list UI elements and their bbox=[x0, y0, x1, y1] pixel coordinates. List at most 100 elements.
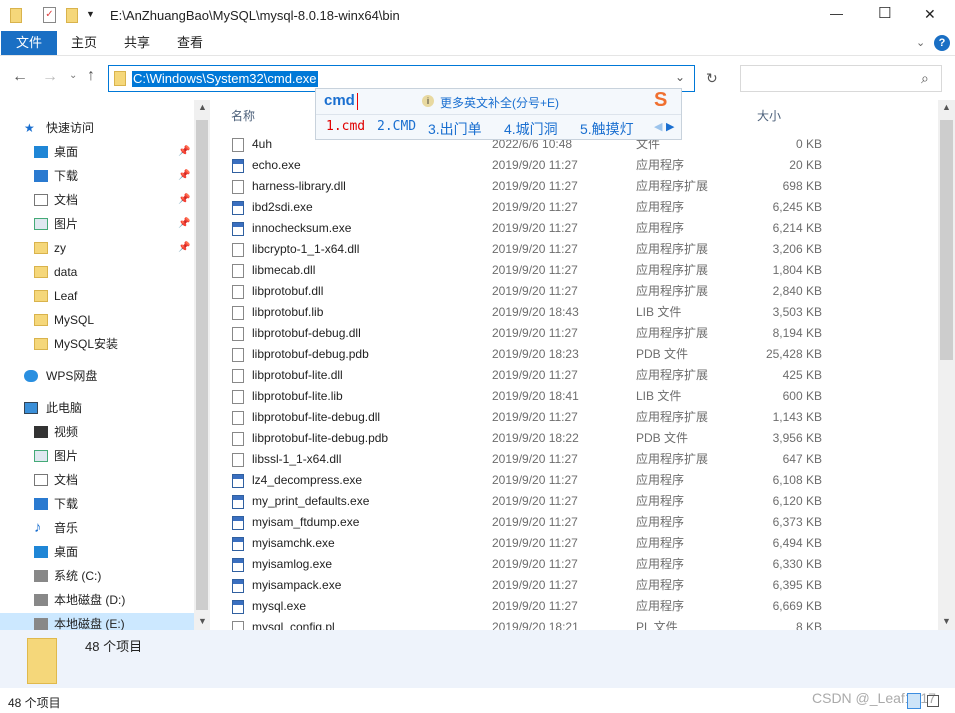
tab-view[interactable]: 查看 bbox=[163, 31, 217, 55]
help-button[interactable]: ? bbox=[934, 35, 950, 51]
search-input[interactable] bbox=[745, 66, 915, 90]
scroll-thumb[interactable] bbox=[940, 120, 953, 360]
file-row[interactable]: myisampack.exe 2019/9/20 11:27 应用程序 6,395 K… bbox=[212, 575, 938, 596]
scroll-down-icon[interactable]: ▼ bbox=[198, 616, 207, 626]
file-row[interactable]: libprotobuf-debug.dll 2019/9/20 11:27 应用程序… bbox=[212, 323, 938, 344]
file-row[interactable]: libmecab.dll 2019/9/20 11:27 应用程序扩展 1,804 K… bbox=[212, 260, 938, 281]
maximize-button[interactable]: ☐ bbox=[878, 4, 891, 22]
pin-icon[interactable]: 📌 bbox=[178, 189, 190, 211]
file-type: LIB 文件 bbox=[636, 305, 682, 319]
properties-icon[interactable]: ✓ bbox=[43, 7, 56, 23]
address-input[interactable]: C:\Windows\System32\cmd.exe bbox=[132, 71, 318, 87]
sidebar-item[interactable]: 图片 bbox=[0, 445, 195, 467]
back-button[interactable]: ← bbox=[12, 68, 28, 86]
pin-icon[interactable]: 📌 bbox=[178, 141, 190, 163]
sidebar-item[interactable]: 下载 bbox=[0, 493, 195, 515]
sidebar-scrollbar[interactable]: ▲ ▼ bbox=[194, 100, 210, 630]
sidebar-item[interactable]: 文档 bbox=[0, 469, 195, 491]
tab-file[interactable]: 文件 bbox=[1, 31, 57, 55]
search-icon[interactable]: ⌕ bbox=[921, 70, 929, 87]
file-row[interactable]: libprotobuf-lite-debug.dll 2019/9/20 11:2… bbox=[212, 407, 938, 428]
ime-prev-icon[interactable]: ◀ bbox=[654, 120, 662, 133]
folder-icon bbox=[34, 290, 48, 302]
up-button[interactable]: ↑ bbox=[87, 67, 95, 85]
file-row[interactable]: ibd2sdi.exe 2019/9/20 11:27 应用程序 6,245 KB bbox=[212, 197, 938, 218]
forward-button[interactable]: → bbox=[42, 68, 58, 86]
details-view-button[interactable] bbox=[907, 693, 921, 709]
file-row[interactable]: libprotobuf-lite-debug.pdb 2019/9/20 18:2… bbox=[212, 428, 938, 449]
dll-file-icon bbox=[232, 369, 244, 383]
picture-icon bbox=[34, 218, 48, 230]
sidebar-item[interactable]: 图片 📌 bbox=[0, 213, 195, 235]
sidebar-item[interactable]: 本地磁盘 (D:) bbox=[0, 589, 195, 611]
sidebar-item[interactable]: 系统 (C:) bbox=[0, 565, 195, 587]
column-header-name[interactable]: 名称 bbox=[231, 107, 255, 124]
file-row[interactable]: harness-library.dll 2019/9/20 11:27 应用程序扩展… bbox=[212, 176, 938, 197]
ime-next-icon[interactable]: ▶ bbox=[666, 120, 674, 133]
address-dropdown-icon[interactable]: ⌄ bbox=[675, 70, 685, 84]
pin-icon[interactable]: 📌 bbox=[178, 237, 190, 259]
recent-locations-icon[interactable]: ⌄ bbox=[69, 70, 77, 81]
file-row[interactable]: libssl-1_1-x64.dll 2019/9/20 11:27 应用程序扩展 6… bbox=[212, 449, 938, 470]
file-row[interactable]: my_print_defaults.exe 2019/9/20 11:27 应用程序… bbox=[212, 491, 938, 512]
scroll-thumb[interactable] bbox=[196, 120, 208, 610]
ime-candidate-1[interactable]: 1.cmd bbox=[326, 119, 365, 134]
file-row[interactable]: myisamchk.exe 2019/9/20 11:27 应用程序 6,494 KB bbox=[212, 533, 938, 554]
pin-icon[interactable]: 📌 bbox=[178, 213, 190, 235]
pin-icon[interactable]: 📌 bbox=[178, 165, 190, 187]
file-row[interactable]: libprotobuf-lite.lib 2019/9/20 18:41 LIB 文… bbox=[212, 386, 938, 407]
sogou-logo-icon: S bbox=[654, 89, 668, 111]
column-header-size[interactable]: 大小 bbox=[757, 107, 781, 124]
file-row[interactable]: libprotobuf.lib 2019/9/20 18:43 LIB 文件 3,50… bbox=[212, 302, 938, 323]
file-date: 2019/9/20 11:27 bbox=[492, 578, 578, 592]
sidebar-item[interactable]: WPS网盘 bbox=[0, 365, 195, 387]
tab-share[interactable]: 共享 bbox=[110, 31, 164, 55]
large-icons-view-button[interactable] bbox=[927, 695, 939, 707]
file-row[interactable]: libprotobuf-lite.dll 2019/9/20 11:27 应用程序扩… bbox=[212, 365, 938, 386]
file-name: myisampack.exe bbox=[252, 578, 342, 592]
file-row[interactable]: libprotobuf.dll 2019/9/20 11:27 应用程序扩展 2,84… bbox=[212, 281, 938, 302]
sidebar-item[interactable]: 文档 📌 bbox=[0, 189, 195, 211]
sidebar-item[interactable]: 桌面 📌 bbox=[0, 141, 195, 163]
sidebar-item[interactable]: Leaf bbox=[0, 285, 195, 307]
new-folder-icon[interactable] bbox=[66, 8, 78, 23]
sidebar-item[interactable]: ♪ 音乐 bbox=[0, 517, 195, 539]
file-row[interactable]: lz4_decompress.exe 2019/9/20 11:27 应用程序 6,1… bbox=[212, 470, 938, 491]
sidebar-item[interactable]: ★ 快速访问 bbox=[0, 117, 195, 139]
sidebar-item[interactable]: 本地磁盘 (E:) bbox=[0, 613, 195, 630]
file-row[interactable]: myisamlog.exe 2019/9/20 11:27 应用程序 6,330 KB bbox=[212, 554, 938, 575]
file-row[interactable]: libprotobuf-debug.pdb 2019/9/20 18:23 PDB … bbox=[212, 344, 938, 365]
expand-ribbon-icon[interactable]: ⌄ bbox=[916, 36, 925, 49]
file-row[interactable]: myisam_ftdump.exe 2019/9/20 11:27 应用程序 6,37… bbox=[212, 512, 938, 533]
ime-candidate-4[interactable]: 4.城门洞 bbox=[504, 119, 558, 139]
file-list-scrollbar[interactable]: ▲ ▼ bbox=[938, 100, 955, 630]
scroll-up-icon[interactable]: ▲ bbox=[198, 102, 207, 112]
tab-home[interactable]: 主页 bbox=[57, 31, 111, 55]
document-icon bbox=[34, 474, 48, 486]
sidebar-item[interactable]: MySQL bbox=[0, 309, 195, 331]
sidebar-item[interactable]: 此电脑 bbox=[0, 397, 195, 419]
ime-candidate-3[interactable]: 3.出门单 bbox=[428, 119, 482, 139]
file-row[interactable]: mysql_config.pl 2019/9/20 18:21 PL 文件 8 KB bbox=[212, 617, 938, 630]
ime-hint[interactable]: 更多英文补全(分号+E) bbox=[440, 94, 559, 111]
ime-candidate-2[interactable]: 2.CMD bbox=[377, 119, 416, 134]
scroll-up-icon[interactable]: ▲ bbox=[942, 102, 951, 112]
scroll-down-icon[interactable]: ▼ bbox=[942, 616, 951, 626]
sidebar-item[interactable]: data bbox=[0, 261, 195, 283]
sidebar-item[interactable]: 视频 bbox=[0, 421, 195, 443]
sidebar-item[interactable]: zy 📌 bbox=[0, 237, 195, 259]
sidebar-item[interactable]: 桌面 bbox=[0, 541, 195, 563]
file-row[interactable]: libcrypto-1_1-x64.dll 2019/9/20 11:27 应用程序… bbox=[212, 239, 938, 260]
sidebar-item[interactable]: MySQL安装 bbox=[0, 333, 195, 355]
file-row[interactable]: innochecksum.exe 2019/9/20 11:27 应用程序 6,214… bbox=[212, 218, 938, 239]
file-name: 4uh bbox=[252, 137, 273, 151]
file-row[interactable]: mysql.exe 2019/9/20 11:27 应用程序 6,669 KB bbox=[212, 596, 938, 617]
search-box[interactable]: ⌕ bbox=[740, 65, 942, 92]
quick-access-dropdown-icon[interactable]: ▼ bbox=[86, 9, 95, 19]
file-row[interactable]: echo.exe 2019/9/20 11:27 应用程序 20 KB bbox=[212, 155, 938, 176]
ime-candidate-5[interactable]: 5.触摸灯 bbox=[580, 119, 634, 139]
refresh-button[interactable]: ↻ bbox=[706, 70, 718, 87]
minimize-button[interactable]: — bbox=[830, 6, 843, 21]
close-button[interactable]: ✕ bbox=[924, 6, 936, 23]
sidebar-item[interactable]: 下载 📌 bbox=[0, 165, 195, 187]
